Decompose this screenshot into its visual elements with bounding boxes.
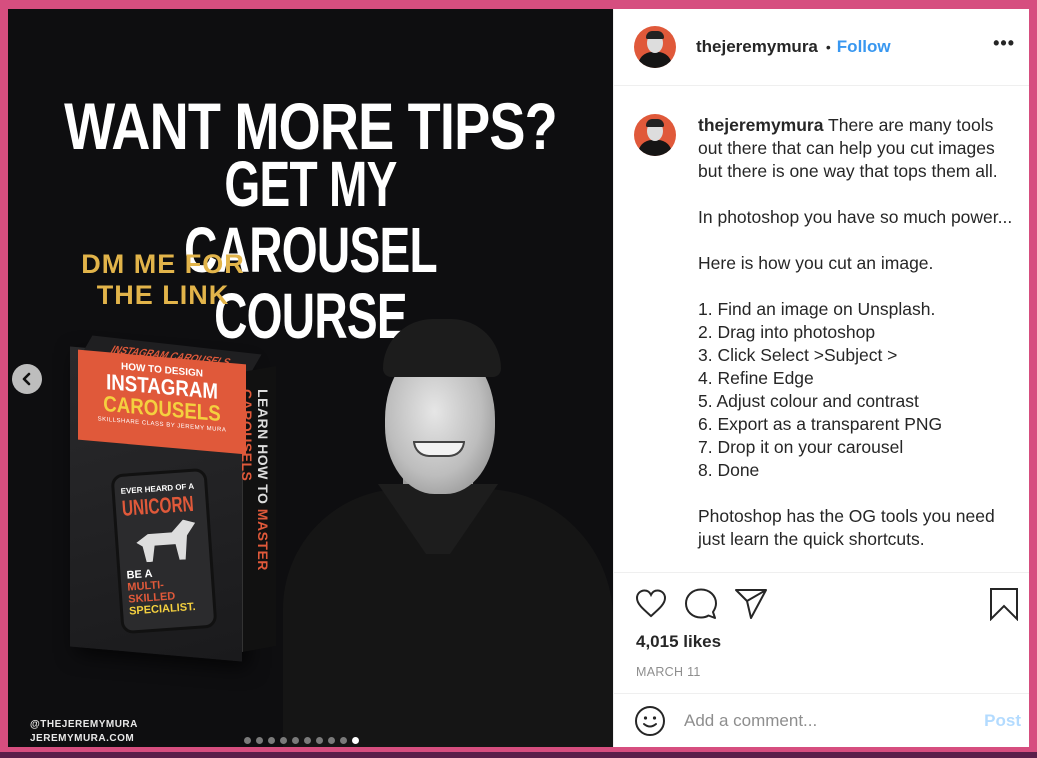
header-separator: • xyxy=(825,39,831,55)
carousel-dot xyxy=(292,737,299,744)
carousel-dot xyxy=(244,737,251,744)
post-media[interactable]: WANT MORE TIPS? GET MY CAROUSEL COURSE D… xyxy=(8,9,613,747)
carousel-indicator xyxy=(244,737,359,744)
carousel-dot xyxy=(256,737,263,744)
comment-input[interactable] xyxy=(684,710,985,731)
phone-line-2: UNICORN xyxy=(121,490,195,521)
chevron-left-icon xyxy=(22,372,31,386)
avatar-hair xyxy=(646,119,664,127)
product-box-label: HOW TO DESIGN INSTAGRAM CAROUSELS SKILLS… xyxy=(78,349,246,455)
comment-bar: Post xyxy=(614,693,1029,747)
caption-username[interactable]: thejeremymura xyxy=(698,115,823,135)
post-actions: 4,015 likes MARCH 11 xyxy=(614,572,1029,692)
avatar-body xyxy=(638,140,672,156)
person-smile xyxy=(413,441,465,457)
person-photo xyxy=(263,319,613,747)
caption-body: There are many tools out there that can … xyxy=(698,115,1013,549)
carousel-dot xyxy=(304,737,311,744)
action-bar xyxy=(634,587,1021,623)
bookmark-icon[interactable] xyxy=(987,587,1021,621)
avatar[interactable] xyxy=(634,26,676,68)
share-icon[interactable] xyxy=(734,587,768,621)
carousel-dot xyxy=(268,737,275,744)
person-hair xyxy=(383,319,501,377)
post-comment-button[interactable]: Post xyxy=(984,711,1021,731)
carousel-dot xyxy=(340,737,347,744)
carousel-dot xyxy=(328,737,335,744)
likes-count[interactable]: 4,015 likes xyxy=(636,632,721,652)
avatar-hair xyxy=(646,31,664,39)
slide-handle: @THEJEREMYMURA xyxy=(30,719,138,730)
slide-cta-line-2: THE LINK xyxy=(96,280,230,310)
bottom-edge xyxy=(0,752,1037,758)
carousel-dot xyxy=(280,737,287,744)
product-phone: EVER HEARD OF A UNICORN BE A MULTI-SKILL… xyxy=(110,467,218,635)
post-modal: WANT MORE TIPS? GET MY CAROUSEL COURSE D… xyxy=(8,9,1029,747)
heart-icon[interactable] xyxy=(634,587,668,621)
slide-cta: DM ME FOR THE LINK xyxy=(63,249,263,311)
emoji-icon[interactable] xyxy=(634,705,666,737)
post-side-panel: thejeremymura • Follow ••• thejeremymura… xyxy=(613,9,1029,747)
post-date[interactable]: MARCH 11 xyxy=(636,665,701,679)
unicorn-image xyxy=(135,519,198,563)
carousel-dot xyxy=(352,737,359,744)
previous-slide-button[interactable] xyxy=(12,364,42,394)
caption-avatar[interactable] xyxy=(634,114,676,156)
carousel-dot xyxy=(316,737,323,744)
comment-icon[interactable] xyxy=(684,587,718,621)
slide-website: JEREMYMURA.COM xyxy=(30,733,135,744)
caption-scroll-area[interactable]: thejeremymura There are many tools out t… xyxy=(614,86,1029,571)
more-options-icon[interactable]: ••• xyxy=(993,33,1015,54)
caption: thejeremymura There are many tools out t… xyxy=(698,114,1019,571)
header-username[interactable]: thejeremymura xyxy=(696,37,818,57)
follow-button[interactable]: Follow xyxy=(837,37,891,57)
slide-cta-line-1: DM ME FOR xyxy=(81,249,245,279)
post-header: thejeremymura • Follow ••• xyxy=(614,9,1029,86)
avatar-body xyxy=(638,52,672,68)
